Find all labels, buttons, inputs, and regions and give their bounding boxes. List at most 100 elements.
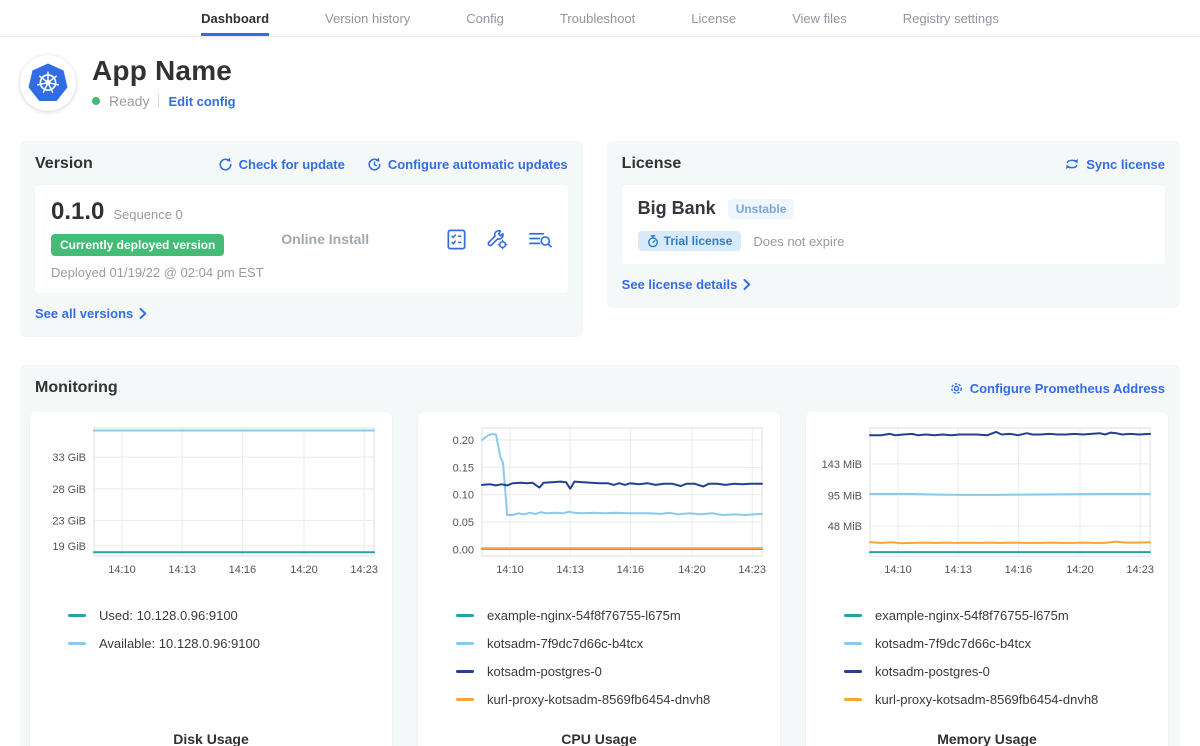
cpu-usage-chart-card: 0.200.150.100.050.0014:1014:1314:1614:20… xyxy=(418,412,780,746)
legend-swatch xyxy=(456,614,474,617)
edit-config-link[interactable]: Edit config xyxy=(168,94,235,109)
svg-text:14:10: 14:10 xyxy=(496,564,524,576)
svg-text:14:20: 14:20 xyxy=(678,564,706,576)
legend-label: kurl-proxy-kotsadm-8569fb6454-dnvh8 xyxy=(875,692,1098,707)
charts-row: 33 GiB28 GiB23 GiB19 GiB14:1014:1314:161… xyxy=(30,412,1170,746)
svg-text:14:16: 14:16 xyxy=(229,564,257,576)
disk-usage-chart-card: 33 GiB28 GiB23 GiB19 GiB14:1014:1314:161… xyxy=(30,412,392,746)
chart-title: Disk Usage xyxy=(40,731,382,746)
tab-troubleshoot[interactable]: Troubleshoot xyxy=(560,0,635,36)
svg-text:14:13: 14:13 xyxy=(168,564,196,576)
customer-name: Big Bank xyxy=(638,198,716,219)
deploy-logs-icon[interactable] xyxy=(527,228,552,251)
legend-item: kurl-proxy-kotsadm-8569fb6454-dnvh8 xyxy=(456,691,770,708)
sync-license-link[interactable]: Sync license xyxy=(1064,157,1165,172)
legend-item: kotsadm-7f9dc7d66c-b4tcx xyxy=(844,635,1158,652)
legend-item: kurl-proxy-kotsadm-8569fb6454-dnvh8 xyxy=(844,691,1158,708)
svg-text:14:16: 14:16 xyxy=(617,564,645,576)
legend-label: example-nginx-54f8f76755-l675m xyxy=(875,608,1069,623)
legend-label: kotsadm-7f9dc7d66c-b4tcx xyxy=(487,636,643,651)
status-text: Ready xyxy=(109,93,149,109)
chevron-right-icon xyxy=(743,279,751,290)
svg-text:0.20: 0.20 xyxy=(453,435,474,447)
trial-license-badge: Trial license xyxy=(638,231,742,251)
refresh-icon xyxy=(218,157,233,172)
currently-deployed-badge: Currently deployed version xyxy=(51,234,224,256)
svg-text:14:20: 14:20 xyxy=(1066,564,1094,576)
svg-text:14:23: 14:23 xyxy=(1126,564,1154,576)
preflight-checks-icon[interactable] xyxy=(445,228,468,251)
deployed-version-card: 0.1.0 Sequence 0 Currently deployed vers… xyxy=(35,185,568,293)
stopwatch-icon xyxy=(647,235,659,248)
kubernetes-icon xyxy=(28,63,68,103)
svg-text:14:10: 14:10 xyxy=(884,564,912,576)
app-logo xyxy=(20,55,76,111)
gear-icon xyxy=(949,381,964,396)
deployed-timestamp: Deployed 01/19/22 @ 02:04 pm EST xyxy=(51,265,281,280)
svg-text:14:23: 14:23 xyxy=(738,564,766,576)
page-title: App Name xyxy=(92,55,236,87)
svg-text:14:10: 14:10 xyxy=(108,564,136,576)
legend-label: Available: 10.128.0.96:9100 xyxy=(99,636,260,651)
legend-swatch xyxy=(68,642,86,645)
tab-registry-settings[interactable]: Registry settings xyxy=(903,0,999,36)
svg-text:14:13: 14:13 xyxy=(556,564,584,576)
legend-swatch xyxy=(68,614,86,617)
chart-plot: 143 MiB 95 MiB 48 MiB 14:10 14:13 14:16 14:20 1… xyxy=(816,422,1158,580)
see-all-versions-link[interactable]: See all versions xyxy=(35,306,147,321)
main-content: App Name Ready Edit config Version xyxy=(0,55,1200,746)
chevron-right-icon xyxy=(139,308,147,319)
tab-license[interactable]: License xyxy=(691,0,736,36)
check-for-update-link[interactable]: Check for update xyxy=(218,157,345,172)
svg-text:28 GiB: 28 GiB xyxy=(52,484,86,496)
memory-usage-chart-card: 143 MiB 95 MiB 48 MiB 14:10 14:13 14:16 14:20 1… xyxy=(806,412,1168,746)
tab-view-files[interactable]: View files xyxy=(792,0,847,36)
configure-auto-updates-link[interactable]: Configure automatic updates xyxy=(367,157,568,172)
chart-plot: 0.200.150.100.050.0014:1014:1314:1614:20… xyxy=(428,422,770,580)
monitoring-panel: Monitoring Configure Prometheus Address … xyxy=(20,365,1180,746)
svg-text:14:16: 14:16 xyxy=(1005,564,1033,576)
divider xyxy=(158,94,159,108)
legend-label: kurl-proxy-kotsadm-8569fb6454-dnvh8 xyxy=(487,692,710,707)
legend-item: kotsadm-7f9dc7d66c-b4tcx xyxy=(456,635,770,652)
svg-text:143 MiB: 143 MiB xyxy=(822,459,862,471)
svg-text:0.10: 0.10 xyxy=(453,490,474,502)
status-dot xyxy=(92,97,100,105)
sync-arrows-icon xyxy=(1064,157,1080,171)
monitoring-title: Monitoring xyxy=(35,379,118,397)
install-type-label: Online Install xyxy=(281,231,444,247)
legend-swatch xyxy=(456,698,474,701)
svg-text:48 MiB: 48 MiB xyxy=(828,521,862,533)
chart-legend: example-nginx-54f8f76755-l675m kotsadm-7f… xyxy=(428,607,770,727)
expiry-label: Does not expire xyxy=(753,234,844,249)
auto-update-clock-icon xyxy=(367,157,382,172)
svg-text:23 GiB: 23 GiB xyxy=(52,516,86,528)
chart-legend: example-nginx-54f8f76755-l675m kotsadm-7f… xyxy=(816,607,1158,727)
configure-prometheus-link[interactable]: Configure Prometheus Address xyxy=(949,381,1165,396)
app-header: App Name Ready Edit config xyxy=(20,55,1180,111)
svg-text:0.00: 0.00 xyxy=(453,544,474,556)
tab-config[interactable]: Config xyxy=(466,0,504,36)
svg-text:14:13: 14:13 xyxy=(944,564,972,576)
see-license-details-link[interactable]: See license details xyxy=(622,277,752,292)
svg-text:19 GiB: 19 GiB xyxy=(52,541,86,553)
tab-version-history[interactable]: Version history xyxy=(325,0,410,36)
channel-badge: Unstable xyxy=(728,199,795,219)
chart-plot: 33 GiB28 GiB23 GiB19 GiB14:1014:1314:161… xyxy=(40,422,382,580)
license-title: License xyxy=(622,155,682,173)
svg-text:95 MiB: 95 MiB xyxy=(828,490,862,502)
legend-label: example-nginx-54f8f76755-l675m xyxy=(487,608,681,623)
version-panel: Version Check for update xyxy=(20,141,583,337)
chart-title: CPU Usage xyxy=(428,731,770,746)
legend-item: Used: 10.128.0.96:9100 xyxy=(68,607,382,624)
legend-swatch xyxy=(456,642,474,645)
svg-text:0.15: 0.15 xyxy=(453,462,474,474)
legend-label: kotsadm-postgres-0 xyxy=(487,664,602,679)
legend-item: kotsadm-postgres-0 xyxy=(844,663,1158,680)
top-nav: Dashboard Version history Config Troublesho… xyxy=(0,0,1200,37)
config-wrench-icon[interactable] xyxy=(486,228,509,251)
tab-dashboard[interactable]: Dashboard xyxy=(201,0,269,36)
license-card: Big Bank Unstable Trial license Does not… xyxy=(622,185,1165,264)
legend-swatch xyxy=(844,670,862,673)
legend-label: Used: 10.128.0.96:9100 xyxy=(99,608,238,623)
